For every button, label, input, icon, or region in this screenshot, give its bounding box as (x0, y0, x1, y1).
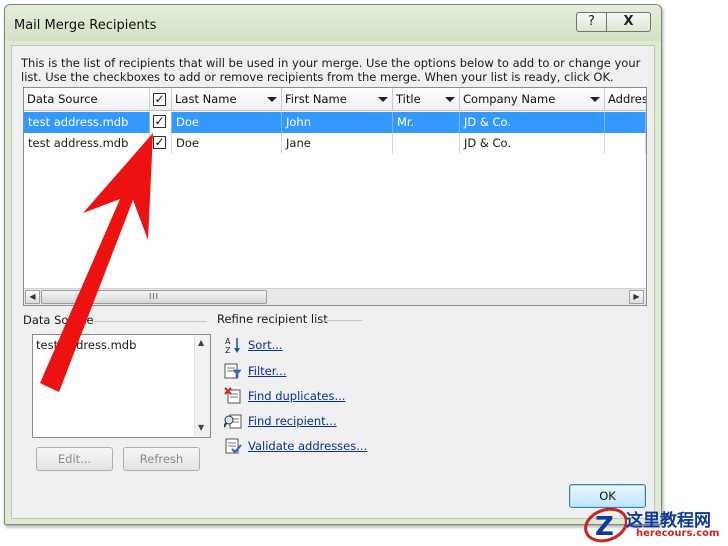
watermark: Z 这里教程网 herecours.com (581, 504, 728, 546)
red-arrow-icon (40, 133, 153, 392)
watermark-text-en: herecours.com (636, 528, 720, 539)
watermark-logo-icon: Z (584, 507, 627, 543)
svg-text:Z: Z (595, 512, 614, 542)
annotation-arrow (40, 133, 153, 392)
